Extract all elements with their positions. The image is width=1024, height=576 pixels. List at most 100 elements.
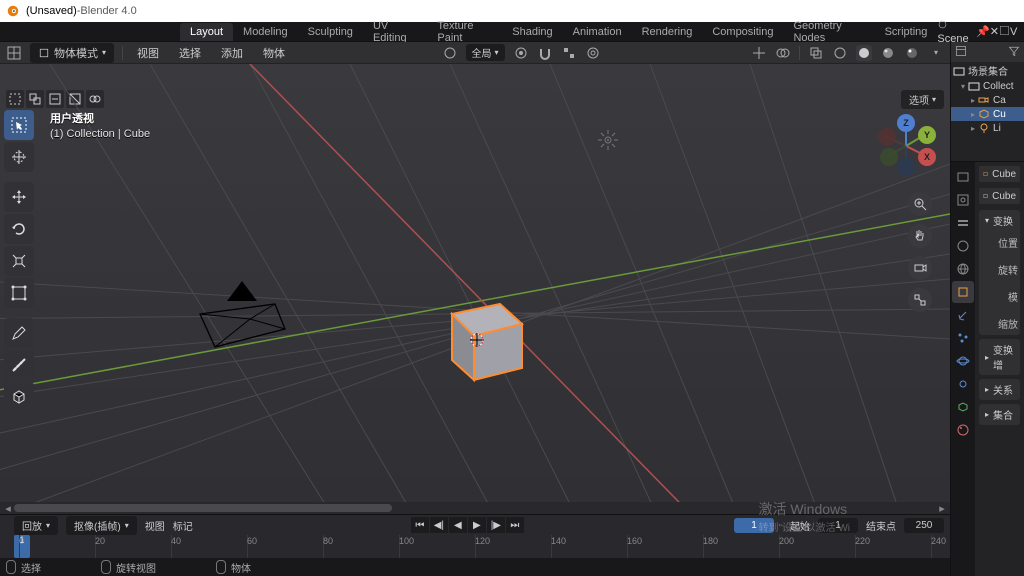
outliner-collection[interactable]: ▾ Collect [951,79,1024,93]
start-frame-field[interactable]: 1 [818,518,858,533]
tool-transform[interactable] [4,278,34,308]
editor-type-icon[interactable] [6,45,22,61]
viewlayer-selector[interactable]: V [1010,26,1024,38]
tab-shading[interactable]: Shading [502,23,562,41]
scene-new-icon[interactable]: ✕ [990,25,999,38]
tab-scripting[interactable]: Scripting [875,23,938,41]
vmenu-view[interactable]: 视图 [131,43,165,63]
nav-perspective-icon[interactable] [908,288,932,312]
ptab-modifiers[interactable] [952,304,974,326]
outliner-item-cube[interactable]: ▸ Cu [951,107,1024,121]
snap-type-icon[interactable] [561,45,577,61]
tmenu-view[interactable]: 视图 [145,518,165,533]
tool-move[interactable] [4,182,34,212]
outliner-item-camera[interactable]: ▸ Ca [951,93,1024,107]
nav-camera-icon[interactable] [908,256,932,280]
tab-layout[interactable]: Layout [180,23,233,41]
outliner-editor-icon[interactable] [955,45,967,60]
pivot-icon[interactable] [513,45,529,61]
ptab-material[interactable] [952,419,974,441]
timeline-tick-label: 40 [171,536,181,546]
play-icon[interactable]: ▶ [468,517,486,533]
object-name-field[interactable]: Cube [979,188,1020,204]
keyframe-prev-icon[interactable]: ◀| [430,517,448,533]
mode-selector[interactable]: 物体模式 ▾ [30,43,114,63]
camera-object[interactable] [195,279,290,354]
play-reverse-icon[interactable]: ◀ [449,517,467,533]
vmenu-add[interactable]: 添加 [215,43,249,63]
proportional-icon[interactable] [585,45,601,61]
scene-selector[interactable]: Scene [937,19,976,45]
panel-collections-header[interactable]: ▸集合 [979,404,1020,425]
light-icon [978,122,990,134]
viewlayer-browse-icon[interactable] [999,25,1010,39]
end-frame-field[interactable]: 250 [904,518,944,533]
panel-transform-header[interactable]: ▾变换 [979,210,1020,231]
tool-cursor[interactable] [4,142,34,172]
shading-material-icon[interactable] [880,45,896,61]
gizmo-axis-x[interactable]: X [918,148,936,166]
outliner-item-light[interactable]: ▸ Li [951,121,1024,135]
ptab-constraints[interactable] [952,373,974,395]
ptab-object[interactable] [952,281,974,303]
vmenu-select[interactable]: 选择 [173,43,207,63]
nav-gizmo[interactable]: X Y Z [874,114,938,178]
tool-scale[interactable] [4,246,34,276]
tool-annotate[interactable] [4,318,34,348]
tab-rendering[interactable]: Rendering [632,23,703,41]
tmenu-playback[interactable]: 回放▾ [14,516,58,535]
scene-pin-icon[interactable]: 📌 [976,25,990,38]
gizmo-axis-z[interactable]: Z [897,114,915,132]
jump-end-icon[interactable]: ⏭ [506,517,524,533]
nav-pan-icon[interactable] [908,224,932,248]
current-frame-field[interactable]: 1 [734,518,774,533]
gizmo-axis-neg-y[interactable] [880,148,898,166]
cube-object[interactable] [430,284,520,374]
ptab-render[interactable] [952,166,974,188]
gizmo-axis-y[interactable]: Y [918,126,936,144]
ptab-physics[interactable] [952,350,974,372]
ptab-particles[interactable] [952,327,974,349]
viewport-hscrollbar[interactable]: ◂▸ [0,502,950,514]
tool-addcube[interactable] [4,382,34,412]
properties-breadcrumb[interactable]: Cube [979,166,1020,182]
tmenu-marker[interactable]: 标记 [173,518,193,533]
tool-measure[interactable] [4,350,34,380]
tab-animation[interactable]: Animation [563,23,632,41]
light-object[interactable] [596,128,620,152]
tab-compositing[interactable]: Compositing [702,23,783,41]
orientation-icon[interactable] [442,45,458,61]
ptab-data[interactable] [952,396,974,418]
jump-start-icon[interactable]: ⏮ [411,517,429,533]
ptab-viewlayer[interactable] [952,212,974,234]
outliner-filter-icon[interactable] [1008,45,1020,60]
gizmo-toggle-icon[interactable] [751,45,767,61]
tool-rotate[interactable] [4,214,34,244]
shading-rendered-icon[interactable] [904,45,920,61]
tab-modeling[interactable]: Modeling [233,23,298,41]
ptab-scene[interactable] [952,235,974,257]
viewport-3d[interactable]: 选项▾ [0,64,950,502]
gizmo-axis-neg-x[interactable] [878,128,896,146]
panel-relations-header[interactable]: ▸关系 [979,379,1020,400]
statusbar: 选择 旋转视图 物体 [0,558,950,576]
shading-dropdown-icon[interactable]: ▾ [928,45,944,61]
shading-solid-icon[interactable] [856,45,872,61]
shading-wire-icon[interactable] [832,45,848,61]
timeline-track[interactable]: 1 020406080100120140160180200220240 [0,535,950,558]
gizmo-axis-neg-z[interactable] [897,158,915,176]
ptab-world[interactable] [952,258,974,280]
outliner-scene-collection[interactable]: 场景集合 [951,62,1024,79]
xray-icon[interactable] [808,45,824,61]
vmenu-object[interactable]: 物体 [257,43,291,63]
nav-zoom-icon[interactable] [908,192,932,216]
keyframe-next-icon[interactable]: |▶ [487,517,505,533]
ptab-output[interactable] [952,189,974,211]
orientation-selector[interactable]: 全局▾ [466,44,505,61]
snap-toggle-icon[interactable] [537,45,553,61]
tmenu-keying[interactable]: 抠像(插帧)▾ [66,516,137,535]
panel-delta-header[interactable]: ▸变换增 [979,339,1020,375]
tool-select-box[interactable] [4,110,34,140]
tab-sculpting[interactable]: Sculpting [298,23,363,41]
overlay-toggle-icon[interactable] [775,45,791,61]
